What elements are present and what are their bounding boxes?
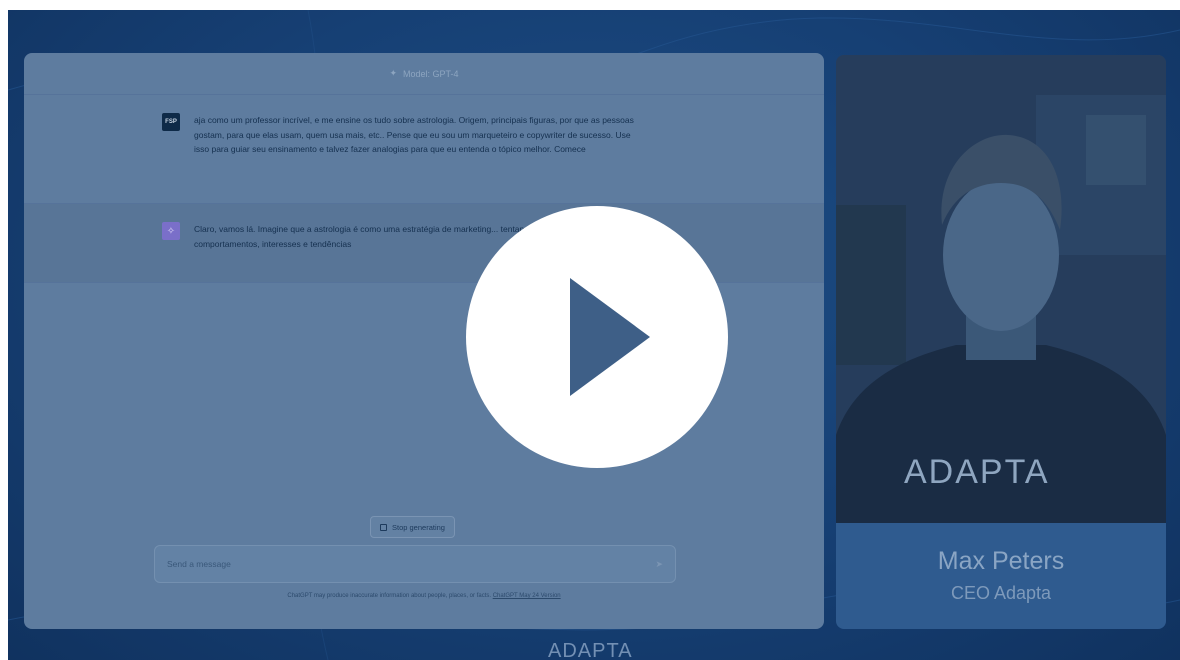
- stop-generating-label: Stop generating: [392, 522, 445, 532]
- footer-logo: ADAPTA: [548, 640, 633, 660]
- spark-icon: ✦: [389, 68, 397, 78]
- video-frame: ✦ Model: GPT-4 FSP aja como um professor…: [8, 10, 1180, 660]
- play-icon: [570, 278, 650, 396]
- presenter-panel: ADAPTA Max Peters CEO Adapta: [836, 55, 1166, 629]
- message-input[interactable]: [167, 559, 663, 569]
- send-icon[interactable]: ➤: [655, 559, 663, 570]
- disclaimer: ChatGPT may produce inaccurate informati…: [24, 593, 824, 599]
- disclaimer-text: ChatGPT may produce inaccurate informati…: [287, 593, 492, 599]
- presenter-video: ADAPTA: [836, 55, 1166, 523]
- stop-generating-button[interactable]: Stop generating: [370, 516, 455, 538]
- presenter-role: CEO Adapta: [950, 583, 1052, 603]
- user-avatar: FSP: [162, 113, 180, 131]
- shirt-logo: ADAPTA: [904, 453, 1050, 491]
- version-link[interactable]: ChatGPT May 24 Version: [493, 593, 561, 599]
- play-button[interactable]: [466, 206, 728, 468]
- presenter-name: Max Peters: [937, 547, 1065, 575]
- name-card: Max Peters CEO Adapta: [836, 523, 1166, 629]
- model-label: Model: GPT-4: [403, 68, 459, 79]
- assistant-avatar-icon: ✧: [162, 222, 180, 240]
- user-message: FSP aja como um professor incrível, e me…: [24, 95, 824, 203]
- stop-icon: [380, 523, 387, 531]
- message-input-container[interactable]: ➤: [154, 545, 676, 583]
- user-message-text: aja como um professor incrível, e me ens…: [194, 115, 634, 154]
- model-bar: ✦ Model: GPT-4: [24, 53, 824, 95]
